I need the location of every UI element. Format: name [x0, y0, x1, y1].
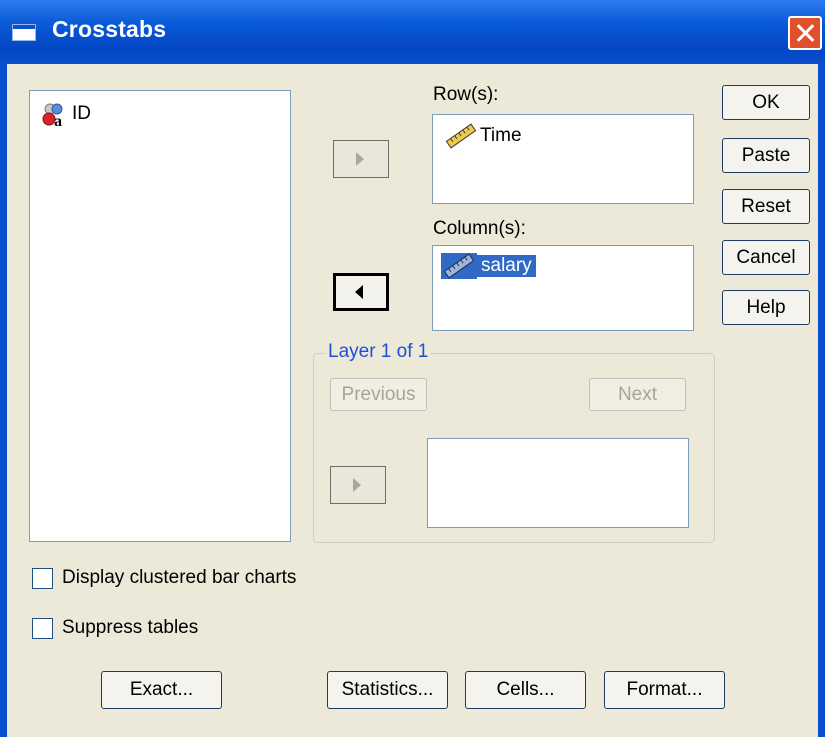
layer-list[interactable] — [427, 438, 689, 528]
window-frame-right — [818, 64, 825, 737]
window-title: Crosstabs — [52, 16, 167, 42]
rows-list[interactable]: Time — [432, 114, 694, 204]
close-button[interactable] — [788, 16, 822, 50]
source-variable-list[interactable]: a ID — [29, 90, 291, 542]
window-icon — [12, 24, 36, 41]
title-bar[interactable]: Crosstabs — [0, 0, 825, 64]
nominal-string-variable-icon: a — [42, 103, 63, 129]
columns-label: Column(s): — [433, 218, 526, 239]
move-from-columns-button[interactable] — [333, 273, 389, 311]
list-item[interactable]: a ID — [40, 99, 91, 129]
arrow-right-icon — [353, 478, 361, 492]
list-item[interactable]: Time — [443, 123, 522, 149]
move-to-rows-button[interactable] — [333, 140, 389, 178]
arrow-left-icon — [355, 285, 363, 299]
clustered-bar-checkbox[interactable] — [32, 568, 53, 589]
reset-button[interactable]: Reset — [722, 189, 810, 224]
scale-ruler-icon — [445, 123, 477, 149]
exact-button[interactable]: Exact... — [101, 671, 222, 709]
ok-button[interactable]: OK — [722, 85, 810, 120]
cells-button[interactable]: Cells... — [465, 671, 586, 709]
cancel-button[interactable]: Cancel — [722, 240, 810, 275]
format-button[interactable]: Format... — [604, 671, 725, 709]
paste-button[interactable]: Paste — [722, 138, 810, 173]
arrow-right-icon — [356, 152, 364, 166]
svg-text:a: a — [54, 113, 62, 129]
variable-label: ID — [72, 103, 91, 124]
statistics-button[interactable]: Statistics... — [327, 671, 448, 709]
window-frame-left — [0, 64, 7, 737]
variable-label: salary — [477, 255, 536, 277]
layer-label: Layer 1 of 1 — [325, 341, 432, 363]
move-to-layer-button[interactable] — [330, 466, 386, 504]
list-item[interactable]: salary — [441, 253, 536, 279]
next-layer-button[interactable]: Next — [589, 378, 686, 411]
clustered-bar-label: Display clustered bar charts — [62, 567, 297, 588]
crosstabs-dialog: Crosstabs a ID Row(s): Time Column(s): s… — [0, 0, 825, 737]
previous-layer-button[interactable]: Previous — [330, 378, 427, 411]
scale-ruler-icon — [441, 253, 477, 279]
variable-label: Time — [480, 125, 522, 146]
suppress-tables-label: Suppress tables — [62, 617, 199, 638]
help-button[interactable]: Help — [722, 290, 810, 325]
rows-label: Row(s): — [433, 84, 499, 105]
suppress-tables-checkbox[interactable] — [32, 618, 53, 639]
columns-list[interactable]: salary — [432, 245, 694, 331]
